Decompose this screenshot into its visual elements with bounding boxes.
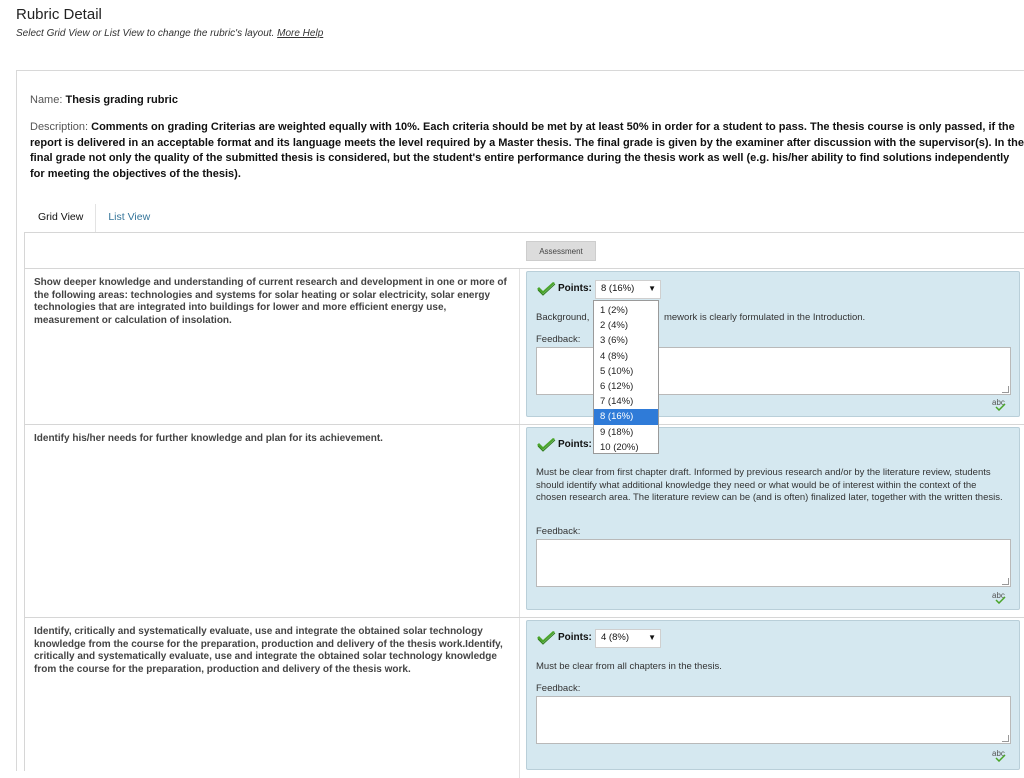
rubric-name-label: Name: — [30, 94, 63, 106]
points-select[interactable]: 8 (16%) ▼ — [595, 280, 661, 299]
points-label: Points: — [558, 283, 592, 294]
page-subtitle: Select Grid View or List View to change … — [16, 28, 323, 39]
chevron-down-icon: ▼ — [648, 284, 656, 293]
chevron-down-icon: ▼ — [648, 633, 656, 642]
check-icon — [537, 282, 556, 296]
header-divider — [16, 70, 1024, 71]
page-header: Rubric Detail Select Grid View or List V… — [16, 6, 323, 39]
page-subtitle-text: Select Grid View or List View to change … — [16, 28, 275, 39]
feedback-textarea[interactable] — [536, 539, 1011, 587]
resize-handle-icon[interactable] — [1002, 386, 1009, 393]
level-description: Must be clear from all chapters in the t… — [536, 661, 722, 672]
grid-header-row: Assessment — [25, 233, 1024, 269]
rubric-description: Description: Comments on grading Criteri… — [30, 120, 1024, 182]
resize-handle-icon[interactable] — [1002, 735, 1009, 742]
dropdown-option-selected[interactable]: 8 (16%) — [594, 409, 658, 425]
check-icon — [537, 438, 556, 452]
tab-list-view[interactable]: List View — [96, 204, 162, 233]
criterion-text: Show deeper knowledge and understanding … — [34, 277, 507, 326]
criterion-row: Identify his/her needs for further knowl… — [25, 425, 1024, 618]
dropdown-option[interactable]: 9 (18%) — [594, 425, 658, 440]
more-help-link[interactable]: More Help — [277, 28, 323, 39]
dropdown-option[interactable]: 1 (2%) — [594, 303, 658, 318]
dropdown-option[interactable]: 10 (20%) — [594, 440, 658, 455]
cell-divider — [519, 618, 520, 778]
tab-grid-view[interactable]: Grid View — [26, 204, 97, 233]
spellcheck-icon[interactable]: abc — [991, 748, 1007, 762]
points-label: Points: — [558, 439, 592, 450]
dropdown-option[interactable]: 4 (8%) — [594, 349, 658, 364]
points-dropdown-list: 1 (2%) 2 (4%) 3 (6%) 4 (8%) 5 (10%) 6 (1… — [593, 300, 659, 454]
feedback-label: Feedback: — [536, 683, 581, 694]
criterion-text: Identify his/her needs for further knowl… — [34, 433, 383, 444]
points-select-value: 8 (16%) — [601, 283, 635, 294]
rubric-description-text: Comments on grading Criterias are weight… — [30, 121, 1024, 180]
points-select-value: 4 (8%) — [601, 632, 629, 643]
rubric-description-label: Description: — [30, 121, 89, 133]
spellcheck-icon[interactable]: abc — [991, 397, 1007, 411]
page-title: Rubric Detail — [16, 6, 102, 23]
level-description-start: Background, — [536, 312, 590, 323]
dropdown-option[interactable]: 6 (12%) — [594, 379, 658, 394]
points-label: Points: — [558, 632, 592, 643]
level-description-end: mework is clearly formulated in the Intr… — [663, 312, 866, 323]
check-icon — [537, 631, 556, 645]
spellcheck-icon[interactable]: abc — [991, 590, 1007, 604]
assessment-column-header[interactable]: Assessment — [526, 241, 596, 261]
rubric-grid: Assessment Show deeper knowledge and und… — [24, 232, 1024, 778]
dropdown-option[interactable]: 7 (14%) — [594, 394, 658, 409]
dropdown-option[interactable]: 5 (10%) — [594, 364, 658, 379]
feedback-label: Feedback: — [536, 526, 581, 537]
assessment-panel: Points: 4 (8%) ▼ Must be clear from all … — [526, 620, 1020, 770]
dropdown-option[interactable]: 2 (4%) — [594, 318, 658, 333]
rubric-name: Thesis grading rubric — [65, 94, 178, 106]
feedback-textarea[interactable] — [536, 696, 1011, 744]
level-description: Must be clear from first chapter draft. … — [536, 467, 1003, 504]
feedback-label: Feedback: — [536, 334, 581, 345]
view-tabs: Grid View List View — [26, 204, 162, 233]
cell-divider — [519, 425, 520, 617]
content-border — [16, 70, 17, 771]
dropdown-option[interactable]: 3 (6%) — [594, 333, 658, 348]
criterion-row: Show deeper knowledge and understanding … — [25, 269, 1024, 425]
criterion-row: Identify, critically and systematically … — [25, 618, 1024, 778]
points-select[interactable]: 4 (8%) ▼ — [595, 629, 661, 648]
resize-handle-icon[interactable] — [1002, 578, 1009, 585]
rubric-name-line: Name: Thesis grading rubric — [30, 94, 178, 106]
criterion-text: Identify, critically and systematically … — [34, 626, 503, 675]
cell-divider — [519, 269, 520, 424]
